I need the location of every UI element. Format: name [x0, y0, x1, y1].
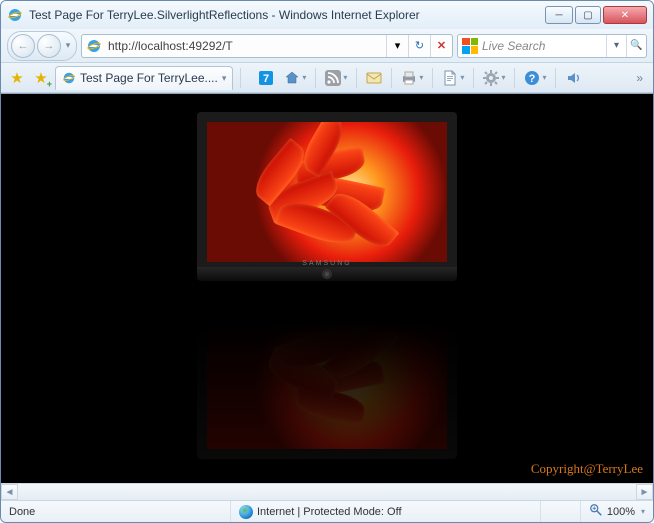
print-button[interactable]: ▾: [397, 67, 427, 89]
scroll-track[interactable]: [18, 484, 636, 500]
ie-icon: [7, 7, 23, 23]
svg-text:7: 7: [263, 73, 269, 85]
copyright-label: Copyright@TerryLee: [531, 461, 643, 477]
address-dropdown[interactable]: ▾: [386, 35, 408, 57]
print-icon: [401, 70, 417, 86]
tv-brand-label: SAMSUNG: [197, 260, 457, 267]
search-bar[interactable]: Live Search ▾ 🔍: [457, 34, 647, 58]
security-text: Internet | Protected Mode: Off: [257, 506, 402, 518]
status-left: Done: [1, 501, 231, 522]
separator: [391, 68, 392, 88]
page-icon: [442, 70, 458, 86]
scroll-left-button[interactable]: ◄: [1, 484, 18, 500]
audio-icon: [565, 70, 581, 86]
content-viewport: SAMSUNG Copyright@TerryLee: [1, 93, 653, 483]
ie-icon: [62, 71, 76, 85]
horizontal-scrollbar[interactable]: ◄ ►: [1, 483, 653, 500]
tv-reflection: [197, 285, 457, 459]
status-security-zone[interactable]: Internet | Protected Mode: Off: [231, 501, 541, 522]
recent-dropdown[interactable]: ▾: [62, 40, 74, 51]
separator: [473, 68, 474, 88]
maximize-button[interactable]: ▢: [575, 6, 601, 24]
zoom-icon: [589, 503, 603, 520]
zoom-control[interactable]: 100% ▾: [581, 501, 653, 522]
tv-base: [197, 267, 457, 281]
window-buttons: ─ ▢ ✕: [545, 6, 647, 24]
silverlight-tv: SAMSUNG: [197, 112, 457, 281]
zoom-value: 100%: [607, 506, 635, 518]
address-bar[interactable]: http://localhost:49292/T ▾ ↻ ✕: [81, 34, 453, 58]
separator: [432, 68, 433, 88]
tab-label: Test Page For TerryLee....: [80, 71, 218, 85]
toolbar-overflow[interactable]: »: [636, 71, 647, 85]
status-spacer: [541, 501, 581, 522]
tab-toolbar: ★ ★+ Test Page For TerryLee.... ▾ 7 ▾ ▾: [1, 63, 653, 93]
nav-bar: ← → ▾ http://localhost:49292/T ▾ ↻ ✕ Liv…: [1, 29, 653, 63]
internet-zone-icon: [239, 505, 253, 519]
minimize-button[interactable]: ─: [545, 6, 573, 24]
toolbar: 7 ▾ ▾ ▾ ▾ ▾: [254, 67, 585, 89]
nav-back-forward: ← → ▾: [7, 31, 77, 61]
help-button[interactable]: ?▾: [520, 67, 550, 89]
rss-button[interactable]: ▾: [321, 67, 351, 89]
separator: [356, 68, 357, 88]
status-bar: Done Internet | Protected Mode: Off 100%…: [1, 500, 653, 522]
forward-button[interactable]: →: [37, 34, 61, 58]
live-search-icon: [462, 38, 478, 54]
back-button[interactable]: ←: [11, 34, 35, 58]
tab-list-dropdown[interactable]: ▾: [222, 73, 227, 84]
research-button[interactable]: [561, 67, 585, 89]
read-mail-button[interactable]: [362, 67, 386, 89]
page-button[interactable]: ▾: [438, 67, 468, 89]
rss-icon: [325, 70, 341, 86]
tab-active[interactable]: Test Page For TerryLee.... ▾: [55, 66, 233, 90]
search-placeholder[interactable]: Live Search: [482, 39, 606, 53]
separator: [555, 68, 556, 88]
search-go-button[interactable]: 🔍: [626, 35, 646, 57]
ie-icon: [86, 38, 102, 54]
add-favorite-button[interactable]: ★+: [31, 68, 51, 88]
seven-button[interactable]: 7: [254, 67, 278, 89]
tv-frame: [197, 112, 457, 272]
window-title: Test Page For TerryLee.SilverlightReflec…: [29, 8, 545, 22]
help-icon: ?: [524, 70, 540, 86]
svg-text:?: ?: [529, 73, 536, 85]
close-button[interactable]: ✕: [603, 6, 647, 24]
tv-screen: [207, 122, 447, 262]
home-icon: [284, 70, 300, 86]
zoom-dropdown[interactable]: ▾: [641, 507, 645, 516]
separator: [315, 68, 316, 88]
separator: [514, 68, 515, 88]
scroll-right-button[interactable]: ►: [636, 484, 653, 500]
home-button[interactable]: ▾: [280, 67, 310, 89]
stop-button[interactable]: ✕: [430, 35, 452, 57]
browser-window: Test Page For TerryLee.SilverlightReflec…: [0, 0, 654, 523]
titlebar: Test Page For TerryLee.SilverlightReflec…: [1, 1, 653, 29]
tools-icon: [483, 70, 499, 86]
favorites-button[interactable]: ★: [7, 68, 27, 88]
refresh-button[interactable]: ↻: [408, 35, 430, 57]
mail-icon: [366, 70, 382, 86]
tools-button[interactable]: ▾: [479, 67, 509, 89]
search-provider-dropdown[interactable]: ▾: [606, 35, 626, 57]
url-text[interactable]: http://localhost:49292/T: [106, 39, 386, 53]
separator: [240, 68, 241, 88]
